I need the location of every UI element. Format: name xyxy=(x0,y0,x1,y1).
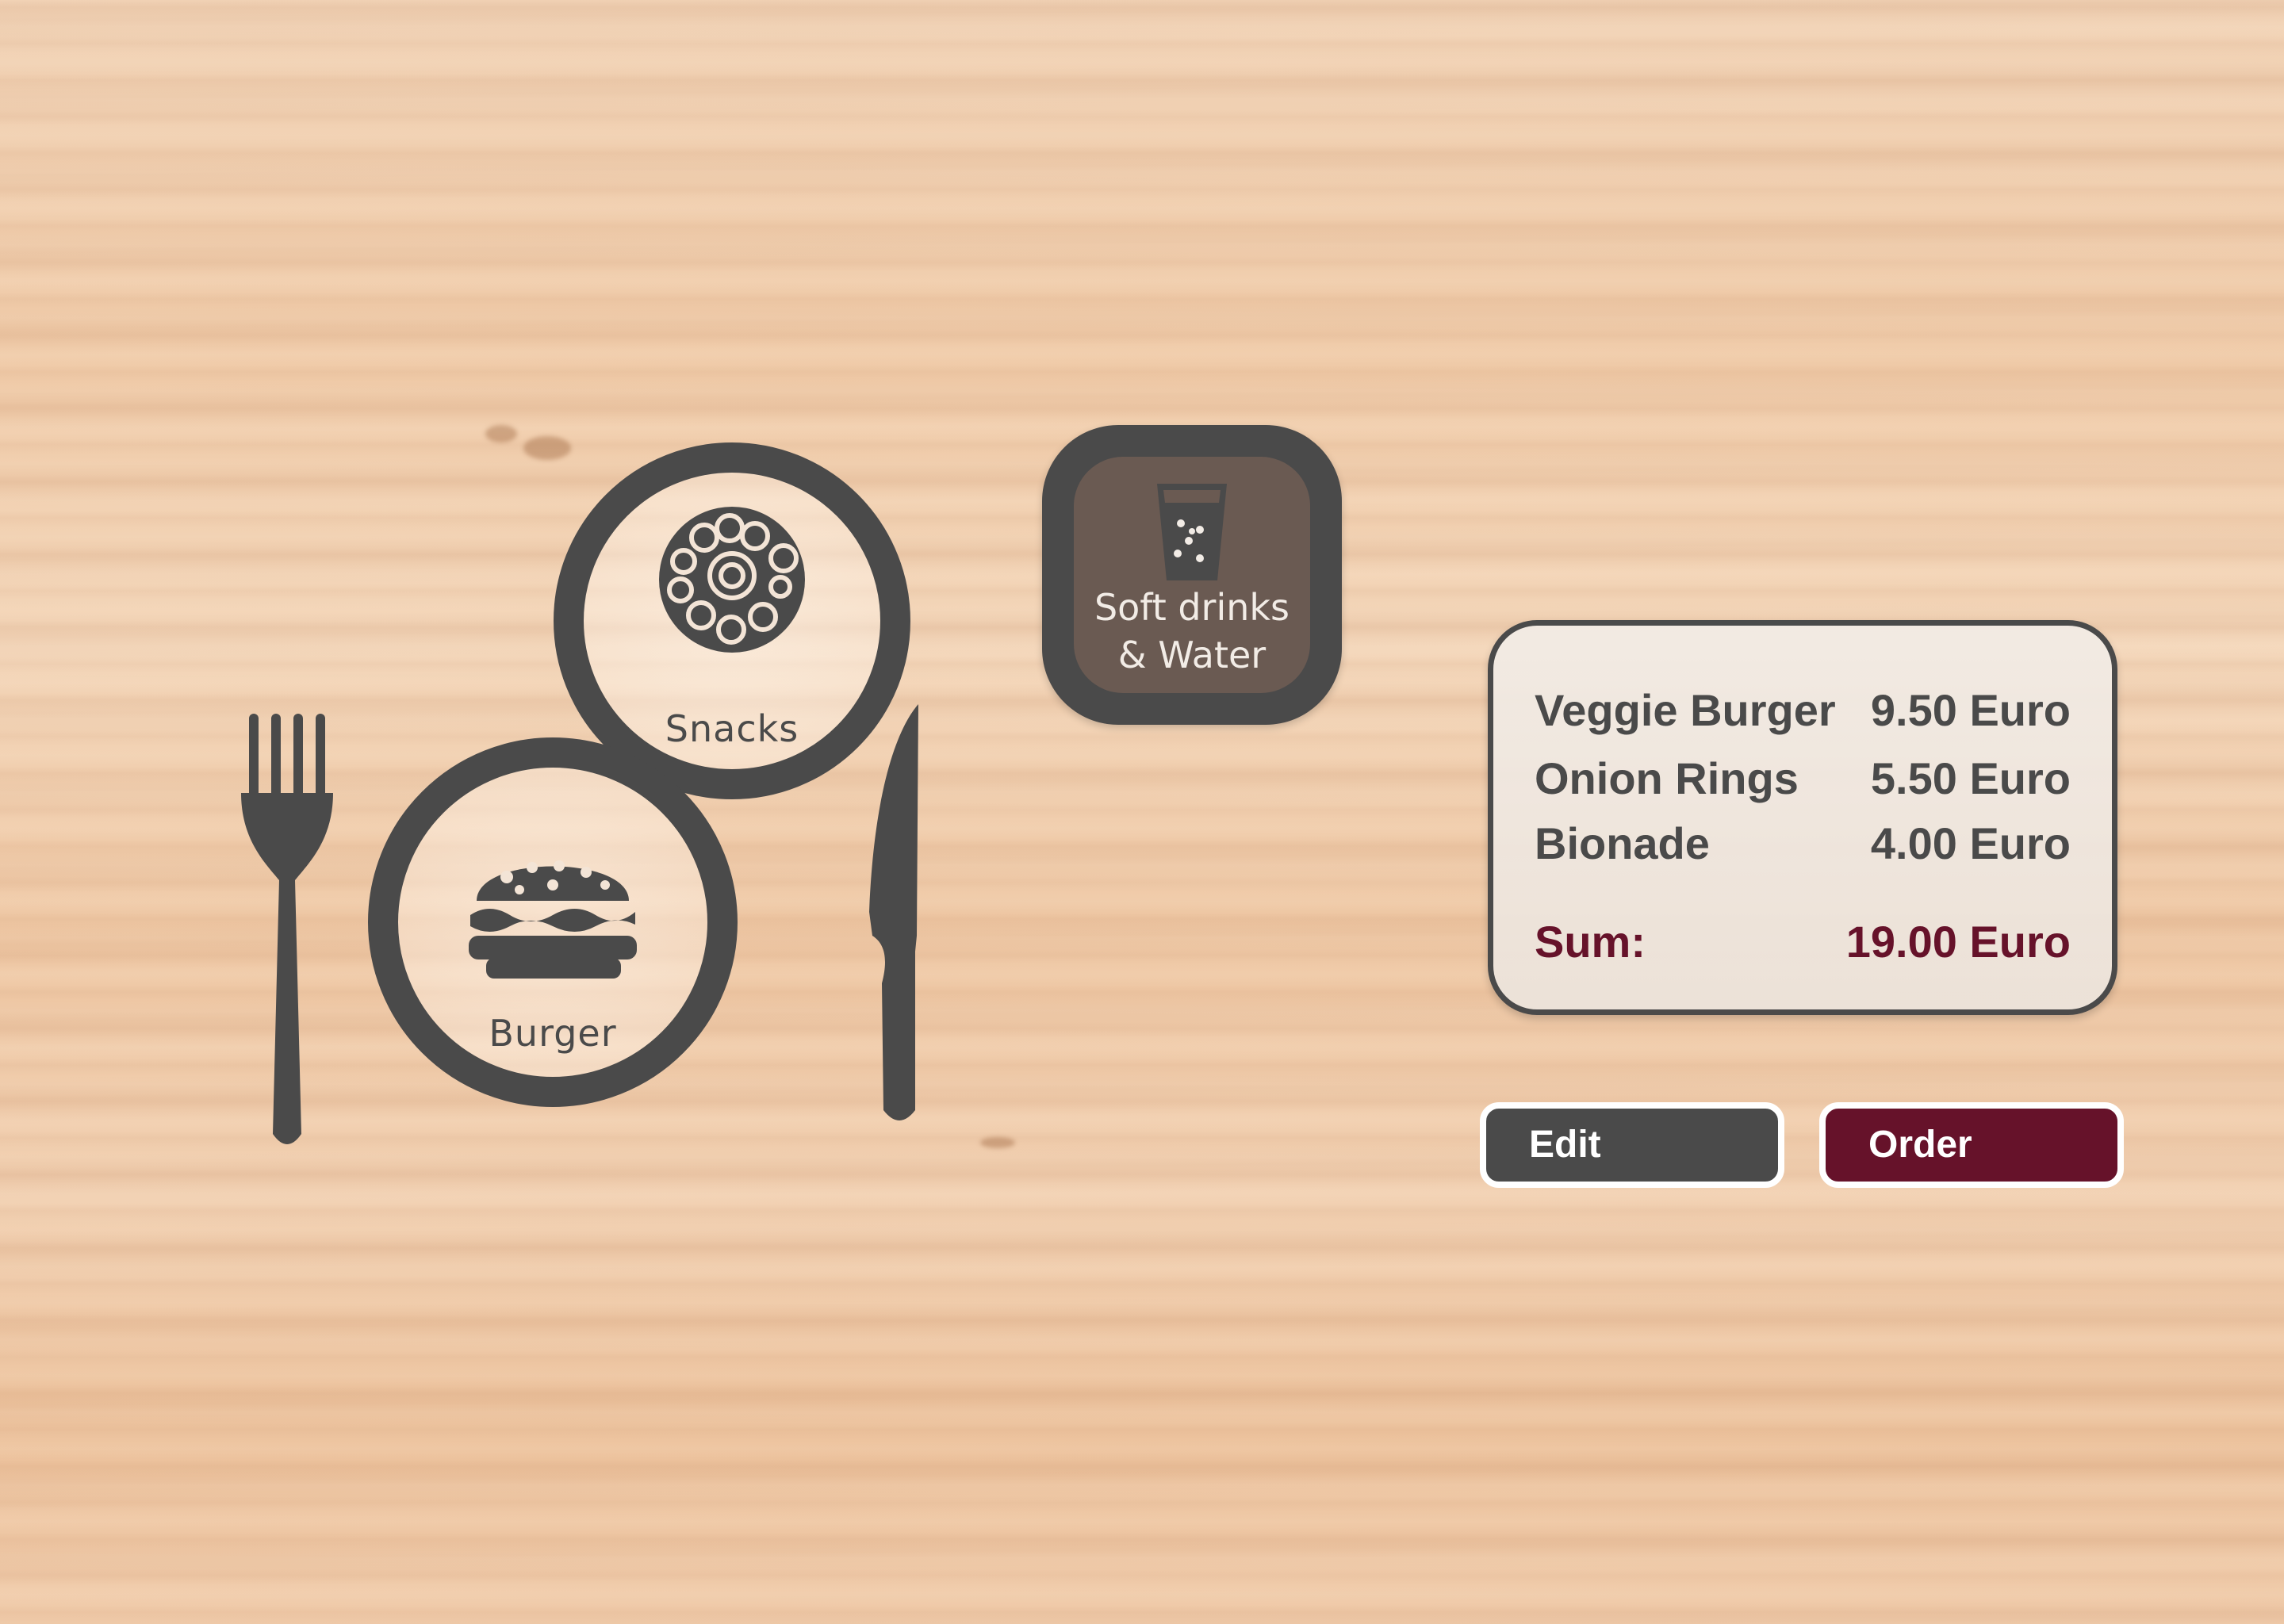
onion-rings-icon xyxy=(659,507,805,653)
burger-label: Burger xyxy=(489,1012,617,1055)
order-sum-row: Sum: 19.00 Euro xyxy=(1535,916,2071,971)
wood-knot xyxy=(980,1137,1015,1148)
fork-icon xyxy=(241,714,333,1144)
order-item-price: 9.50 Euro xyxy=(1870,685,2071,735)
drinks-label-line2: & Water xyxy=(1117,634,1267,676)
order-item-row: Veggie Burger 9.50 Euro xyxy=(1535,684,2071,740)
wood-knot xyxy=(485,425,517,442)
order-item-name: Veggie Burger xyxy=(1535,685,1836,735)
order-item-row: Bionade 4.00 Euro xyxy=(1535,818,2071,873)
burger-category-button[interactable]: Burger xyxy=(368,737,738,1107)
order-item-price: 5.50 Euro xyxy=(1870,753,2071,803)
drinks-label-line1: Soft drinks xyxy=(1094,586,1290,629)
drinks-label: Soft drinks & Water xyxy=(1042,584,1342,679)
glass-icon xyxy=(1157,484,1227,580)
burger-icon xyxy=(469,860,637,979)
order-sum-value: 19.00 Euro xyxy=(1845,917,2071,967)
order-summary-panel: Veggie Burger 9.50 Euro Onion Rings 5.50… xyxy=(1488,620,2117,1015)
order-item-name: Bionade xyxy=(1535,818,1710,868)
order-item-row: Onion Rings 5.50 Euro xyxy=(1535,753,2071,808)
order-sum-label: Sum: xyxy=(1535,917,1646,967)
edit-button[interactable]: Edit xyxy=(1480,1102,1784,1188)
wood-knot xyxy=(523,436,571,460)
order-item-price: 4.00 Euro xyxy=(1870,818,2071,868)
order-button[interactable]: Order xyxy=(1819,1102,2124,1188)
drinks-category-button[interactable]: Soft drinks & Water xyxy=(1042,425,1342,725)
knife-icon xyxy=(869,704,918,1120)
snacks-label: Snacks xyxy=(665,707,799,750)
order-item-name: Onion Rings xyxy=(1535,753,1799,803)
